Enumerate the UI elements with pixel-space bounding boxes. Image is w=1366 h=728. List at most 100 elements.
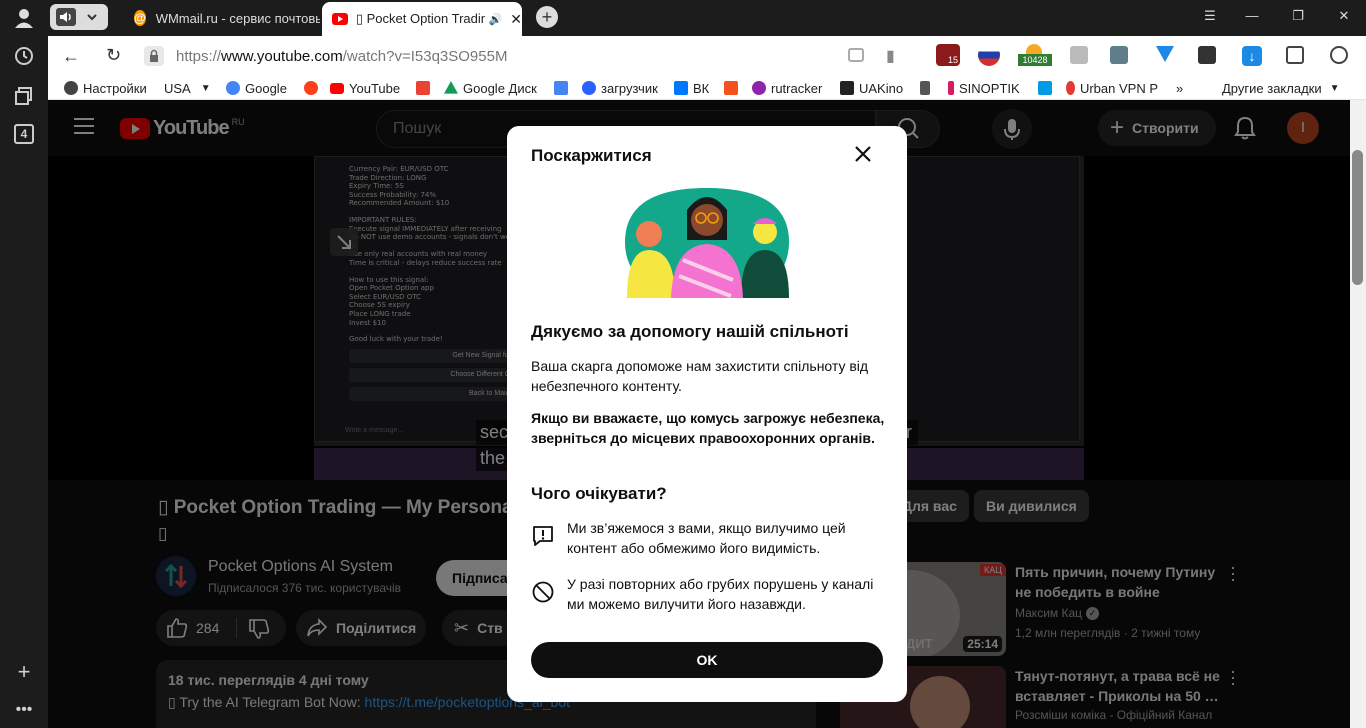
extension-diamond-icon[interactable] — [1156, 46, 1174, 62]
report-explanation: Ваша скарга допоможе нам захистити спіль… — [531, 358, 869, 394]
reload-icon[interactable]: ↻ — [106, 45, 121, 66]
f-icon — [724, 81, 738, 95]
bookmark-urban-vpn[interactable]: Urban VPN P — [1066, 79, 1158, 97]
bookmark-label: SINOPTIK — [959, 80, 1020, 96]
google-icon — [226, 81, 240, 95]
bookmark-usa[interactable]: USA ▼ — [164, 79, 211, 97]
chevron-down-icon[interactable] — [82, 8, 102, 26]
chess-icon — [920, 81, 930, 95]
address-bar[interactable]: https://www.youtube.com/watch?v=I53q3SO9… — [146, 42, 836, 70]
extension-flag-icon[interactable] — [978, 44, 1000, 66]
speaker-icon — [56, 8, 76, 26]
thermometer-icon — [948, 81, 954, 95]
other-bookmarks[interactable]: Другие закладки ▼ — [1222, 79, 1340, 97]
url-prefix: https:// — [176, 47, 222, 65]
add-panel-icon[interactable]: + — [12, 659, 36, 684]
wmmail-favicon-icon: @ — [134, 10, 146, 26]
bookmark-label: Другие закладки — [1222, 80, 1322, 96]
extension-sort-icon[interactable] — [1110, 46, 1128, 64]
history-icon[interactable] — [12, 44, 36, 68]
tab-title: WMmail.ru - сервис почтовых рассылок — [155, 10, 320, 26]
bookmark-google-drive[interactable]: Google Диск — [444, 79, 537, 97]
tab-wmmail[interactable]: @ WMmail.ru - сервис почтовых рассылок — [124, 4, 320, 32]
bookmark-p[interactable] — [1038, 79, 1057, 97]
thanks-heading: Дякуємо за допомогу нашій спільноті — [531, 322, 849, 341]
minimize-icon[interactable]: — — [1242, 8, 1262, 23]
bookmark-chess[interactable] — [920, 79, 935, 97]
expectation-removal: У разі повторних або грубих порушень у к… — [531, 574, 887, 618]
bookmark-label: YouTube — [349, 80, 401, 96]
gmail-icon — [416, 81, 430, 95]
infinity-icon — [582, 81, 596, 95]
restore-icon[interactable]: ❐ — [1288, 8, 1308, 24]
bookmark-label: Urban VPN P — [1079, 80, 1158, 96]
bookmarks-more[interactable]: » — [1176, 79, 1183, 97]
bookmark-gmail[interactable] — [416, 79, 435, 97]
bookmark-label: Google Диск — [463, 80, 537, 96]
bookmark-yandex[interactable] — [304, 79, 323, 97]
browser-side-panel: 4 + ••• — [0, 0, 48, 728]
back-icon[interactable]: ← — [62, 46, 80, 67]
close-window-icon[interactable]: ✕ — [1334, 8, 1354, 24]
feedback-icon — [533, 526, 553, 546]
bookmark-settings[interactable]: Настройки — [64, 79, 147, 97]
expectation-contact: Ми зв’яжемося з вами, якщо вилучимо цей … — [531, 518, 887, 562]
bookmark-downloader[interactable]: загрузчик — [582, 79, 658, 97]
expectations-heading: Чого очікувати? — [531, 484, 667, 503]
account-icon[interactable] — [1330, 46, 1348, 64]
extension-code-icon[interactable] — [1198, 46, 1216, 64]
tab-strip: @ WMmail.ru - сервис почтовых рассылок ▯… — [48, 0, 1366, 36]
vk-icon — [674, 81, 688, 95]
bookmark-uakino[interactable]: UAKino — [840, 79, 903, 97]
tab-close-icon[interactable]: ✕ — [510, 11, 522, 28]
bookmark-icon[interactable]: ▮ — [886, 46, 895, 66]
bookmark-google[interactable]: Google — [226, 79, 287, 97]
bookmark-youtube[interactable]: YouTube — [330, 79, 400, 97]
danger-notice: Якщо ви вважаєте, що комусь загрожує неб… — [531, 410, 885, 446]
tab-youtube[interactable]: ▯ Pocket Option Trading 🔊 ✕ — [322, 2, 522, 36]
vpn-icon — [1066, 81, 1075, 95]
youtube-favicon-icon — [332, 13, 348, 25]
profile-icon[interactable] — [12, 6, 36, 30]
report-dialog: Поскаржитися Дякуємо за допомогу нашій с… — [507, 126, 907, 702]
page-scrollbar[interactable] — [1350, 100, 1366, 728]
gear-icon — [64, 81, 78, 95]
expectation-text: Ми зв’яжемося з вами, якщо вилучимо цей … — [567, 520, 846, 556]
tab-audio-icon[interactable]: 🔊 — [489, 13, 503, 26]
scrollbar-thumb[interactable] — [1352, 150, 1363, 285]
extensions-icon[interactable] — [1286, 46, 1304, 64]
bookmark-rutracker[interactable]: rutracker — [752, 79, 822, 97]
bookmark-f[interactable] — [724, 79, 743, 97]
new-tab-icon[interactable]: + — [536, 6, 558, 28]
expectation-text: У разі повторних або грубих порушень у к… — [567, 576, 874, 612]
translate-icon — [554, 81, 568, 95]
bookmark-label: Google — [245, 80, 287, 96]
browser-toolbar: ← ↻ https://www.youtube.com/watch?v=I53q… — [48, 36, 1366, 76]
menu-icon[interactable]: ☰ — [1200, 8, 1220, 24]
extension-briefcase-icon[interactable] — [1070, 46, 1088, 64]
close-button[interactable] — [851, 142, 875, 166]
download-icon[interactable]: ↓ — [1242, 46, 1262, 66]
collections-icon[interactable] — [12, 84, 36, 108]
extension-shield-icon[interactable]: 15 — [936, 44, 960, 66]
copy-link-icon[interactable] — [848, 48, 864, 62]
url-path: /watch?v=I53q3SO955M — [342, 47, 508, 65]
bookmark-translate[interactable] — [554, 79, 573, 97]
extension-counter-icon[interactable]: 10428 — [1018, 44, 1052, 66]
bookmark-label: ВК — [693, 80, 710, 96]
bookmark-vk[interactable]: ВК — [674, 79, 709, 97]
tab-count-badge[interactable]: 4 — [14, 124, 34, 144]
ok-button[interactable]: OK — [531, 642, 883, 678]
tab-title: ▯ Pocket Option Trading — [355, 11, 485, 26]
bookmark-sinoptik[interactable]: SINOPTIK — [948, 79, 1020, 97]
bookmarks-bar: Настройки USA ▼ Google YouTube Google Дис… — [48, 76, 1366, 100]
uakino-icon — [840, 81, 854, 95]
audio-tab-group[interactable] — [50, 4, 108, 30]
youtube-icon — [330, 82, 344, 94]
rutracker-icon — [752, 81, 766, 95]
chevron-down-icon: ▼ — [200, 82, 211, 94]
bookmark-label: загрузчик — [601, 80, 658, 96]
bookmark-label: USA — [164, 80, 191, 96]
google-drive-icon — [444, 81, 458, 94]
more-options-icon[interactable]: ••• — [12, 698, 36, 722]
